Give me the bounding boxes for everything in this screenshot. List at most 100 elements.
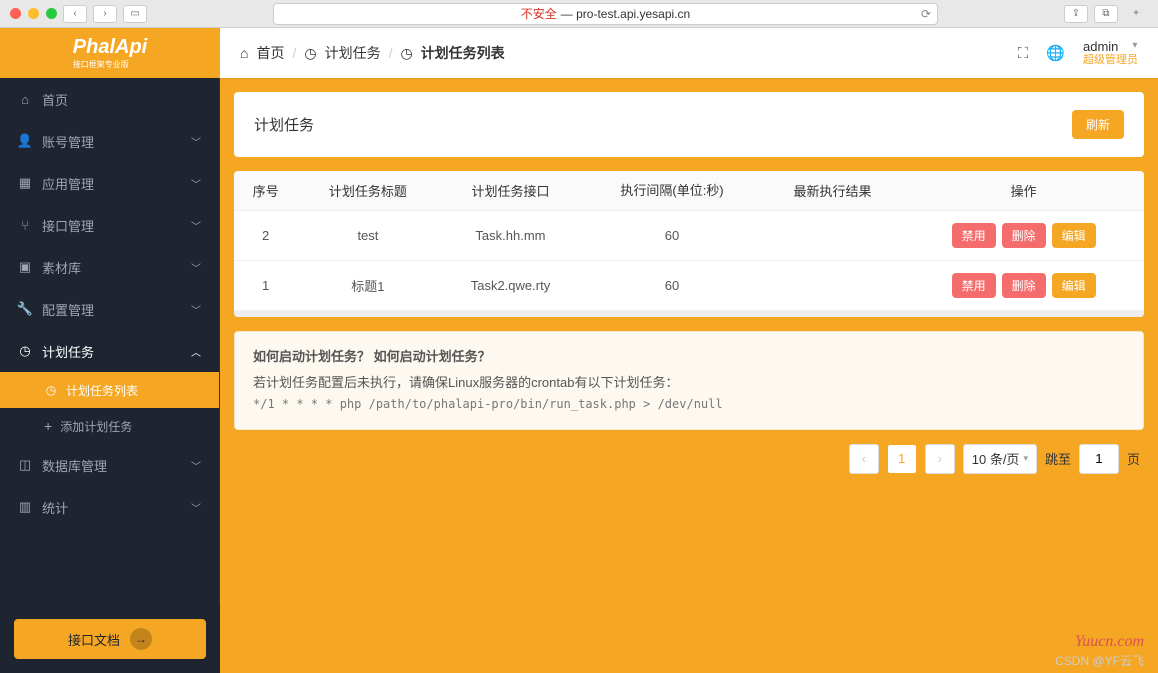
- delete-button[interactable]: 删除: [1002, 223, 1046, 248]
- info-code: */1 * * * * php /path/to/phalapi-pro/bin…: [253, 394, 1125, 414]
- cell-title: 标题1: [297, 261, 438, 311]
- clock-icon: ◷: [18, 344, 32, 358]
- col-result: 最新执行结果: [762, 171, 903, 211]
- chevron-down-icon: ▾: [1132, 40, 1137, 52]
- disable-button[interactable]: 禁用: [952, 273, 996, 298]
- cell-title: test: [297, 211, 438, 261]
- pagination: ‹ 1 › 10 条/页 ▾ 跳至 页: [234, 430, 1144, 488]
- user-name-text: admin: [1083, 39, 1118, 55]
- col-seq: 序号: [234, 171, 297, 211]
- home-icon: ⌂: [240, 45, 248, 61]
- col-action: 操作: [903, 171, 1144, 211]
- chevron-down-icon: ﹀: [191, 302, 201, 317]
- sidebar-item-api[interactable]: ⑂ 接口管理 ﹀: [0, 204, 219, 246]
- cell-action: 禁用 删除 编辑: [903, 261, 1144, 311]
- breadcrumb-current: 计划任务列表: [421, 43, 505, 63]
- forward-button[interactable]: ›: [93, 5, 117, 23]
- doc-button-label: 接口文档: [68, 630, 120, 649]
- reload-icon[interactable]: ⟳: [921, 7, 931, 21]
- plus-icon: +: [44, 418, 52, 434]
- sidebar-item-material[interactable]: ▣ 素材库 ﹀: [0, 246, 219, 288]
- new-tab-button[interactable]: +: [1124, 5, 1148, 23]
- breadcrumb-separator: /: [292, 45, 296, 61]
- sidebar-item-database[interactable]: ◫ 数据库管理 ﹀: [0, 444, 219, 486]
- cell-action: 禁用 删除 编辑: [903, 211, 1144, 261]
- sidebar-subitem-label: 计划任务列表: [66, 382, 138, 399]
- sidebar-item-label: 接口管理: [42, 216, 94, 235]
- sidebar-subitem-add-task[interactable]: + 添加计划任务: [0, 408, 219, 444]
- jump-page-input[interactable]: [1079, 444, 1119, 474]
- clock-icon: ◷: [400, 45, 412, 62]
- breadcrumb-parent[interactable]: 计划任务: [325, 43, 381, 63]
- sidebar-item-home[interactable]: ⌂ 首页: [0, 78, 219, 120]
- header-card: 计划任务 刷新: [234, 92, 1144, 157]
- col-interval: 执行间隔(单位:秒): [582, 171, 761, 211]
- edit-button[interactable]: 编辑: [1052, 223, 1096, 248]
- sidebar-subitem-label: 添加计划任务: [60, 418, 132, 435]
- wrench-icon: 🔧: [18, 302, 32, 316]
- refresh-button[interactable]: 刷新: [1072, 110, 1124, 139]
- maximize-window-icon[interactable]: [46, 8, 57, 19]
- person-icon: 👤: [18, 134, 32, 148]
- task-table: 序号 计划任务标题 计划任务接口 执行间隔(单位:秒) 最新执行结果 操作 2 …: [234, 171, 1144, 311]
- sidebar-item-account[interactable]: 👤 账号管理 ﹀: [0, 120, 219, 162]
- table-row: 2 test Task.hh.mm 60 禁用 删除 编辑: [234, 211, 1144, 261]
- globe-icon[interactable]: 🌐: [1046, 44, 1065, 62]
- tabs-button[interactable]: ⧉: [1094, 5, 1118, 23]
- back-button[interactable]: ‹: [63, 5, 87, 23]
- cell-api: Task2.qwe.rty: [439, 261, 583, 311]
- sidebar-item-label: 首页: [42, 90, 68, 109]
- disable-button[interactable]: 禁用: [952, 223, 996, 248]
- sidebar-toggle-button[interactable]: ▭: [123, 5, 147, 23]
- sidebar-item-task[interactable]: ◷ 计划任务 ︿: [0, 330, 219, 372]
- sidebar-item-stats[interactable]: ▥ 统计 ﹀: [0, 486, 219, 528]
- sidebar-item-label: 素材库: [42, 258, 81, 277]
- sidebar-item-label: 账号管理: [42, 132, 94, 151]
- chevron-down-icon: ﹀: [191, 500, 201, 515]
- next-page-button[interactable]: ›: [925, 444, 955, 474]
- horizontal-scrollbar[interactable]: [234, 311, 1144, 317]
- delete-button[interactable]: 删除: [1002, 273, 1046, 298]
- home-icon: ⌂: [18, 92, 32, 106]
- cell-result: [762, 211, 903, 261]
- clock-icon: ◷: [44, 383, 58, 397]
- user-menu[interactable]: admin ▾ 超级管理员: [1083, 39, 1138, 68]
- sidebar-item-config[interactable]: 🔧 配置管理 ﹀: [0, 288, 219, 330]
- share-button[interactable]: ⇪: [1064, 5, 1088, 23]
- sidebar-item-label: 应用管理: [42, 174, 94, 193]
- cell-interval: 60: [582, 211, 761, 261]
- edit-button[interactable]: 编辑: [1052, 273, 1096, 298]
- sidebar-item-label: 配置管理: [42, 300, 94, 319]
- fullscreen-icon[interactable]: ⛶: [1018, 45, 1029, 62]
- minimize-window-icon[interactable]: [28, 8, 39, 19]
- sidebar-item-label: 数据库管理: [42, 456, 107, 475]
- breadcrumb-home[interactable]: 首页: [256, 43, 284, 63]
- page-suffix: 页: [1127, 449, 1140, 468]
- info-title: 如何启动计划任务？ 如何启动计划任务？: [253, 346, 1125, 368]
- cell-api: Task.hh.mm: [439, 211, 583, 261]
- page-size-select[interactable]: 10 条/页 ▾: [963, 444, 1037, 474]
- chevron-down-icon: ﹀: [191, 176, 201, 191]
- api-docs-button[interactable]: 接口文档 →: [14, 619, 206, 659]
- address-bar[interactable]: 不安全 — pro-test.api.yesapi.cn ⟳: [273, 3, 938, 25]
- logo[interactable]: PhalApi 接口框架专业版: [0, 28, 220, 78]
- col-api: 计划任务接口: [439, 171, 583, 211]
- info-text-1: 若计划任务配置后未执行，请确保Linux服务器的crontab有以下计划任务：: [253, 372, 1125, 394]
- page-title: 计划任务: [254, 114, 314, 135]
- info-panel: 如何启动计划任务？ 如何启动计划任务？ 若计划任务配置后未执行，请确保Linux…: [234, 331, 1144, 430]
- sidebar-subitem-task-list[interactable]: ◷ 计划任务列表: [0, 372, 219, 408]
- content: 计划任务 刷新 序号 计划任务标题 计划任务接口 执行间隔(单位:秒) 最新执行…: [220, 78, 1158, 673]
- browser-chrome: ‹ › ▭ 不安全 — pro-test.api.yesapi.cn ⟳ ⇪ ⧉…: [0, 0, 1158, 28]
- close-window-icon[interactable]: [10, 8, 21, 19]
- table-row: 1 标题1 Task2.qwe.rty 60 禁用 删除 编辑: [234, 261, 1144, 311]
- chevron-down-icon: ﹀: [191, 218, 201, 233]
- sidebar-item-app[interactable]: ▦ 应用管理 ﹀: [0, 162, 219, 204]
- sidebar-item-label: 统计: [42, 498, 68, 517]
- chevron-up-icon: ︿: [191, 344, 201, 359]
- page-number-button[interactable]: 1: [887, 444, 917, 474]
- arrow-right-icon: →: [130, 628, 152, 650]
- prev-page-button[interactable]: ‹: [849, 444, 879, 474]
- sidebar: PhalApi 接口框架专业版 ⌂ 首页 👤 账号管理 ﹀ ▦ 应用管理 ﹀ ⑂…: [0, 28, 220, 673]
- page-size-label: 10 条/页: [972, 449, 1020, 468]
- topbar: ⌂ 首页 / ◷ 计划任务 / ◷ 计划任务列表 ⛶ 🌐 admin ▾ 超级管…: [220, 28, 1158, 78]
